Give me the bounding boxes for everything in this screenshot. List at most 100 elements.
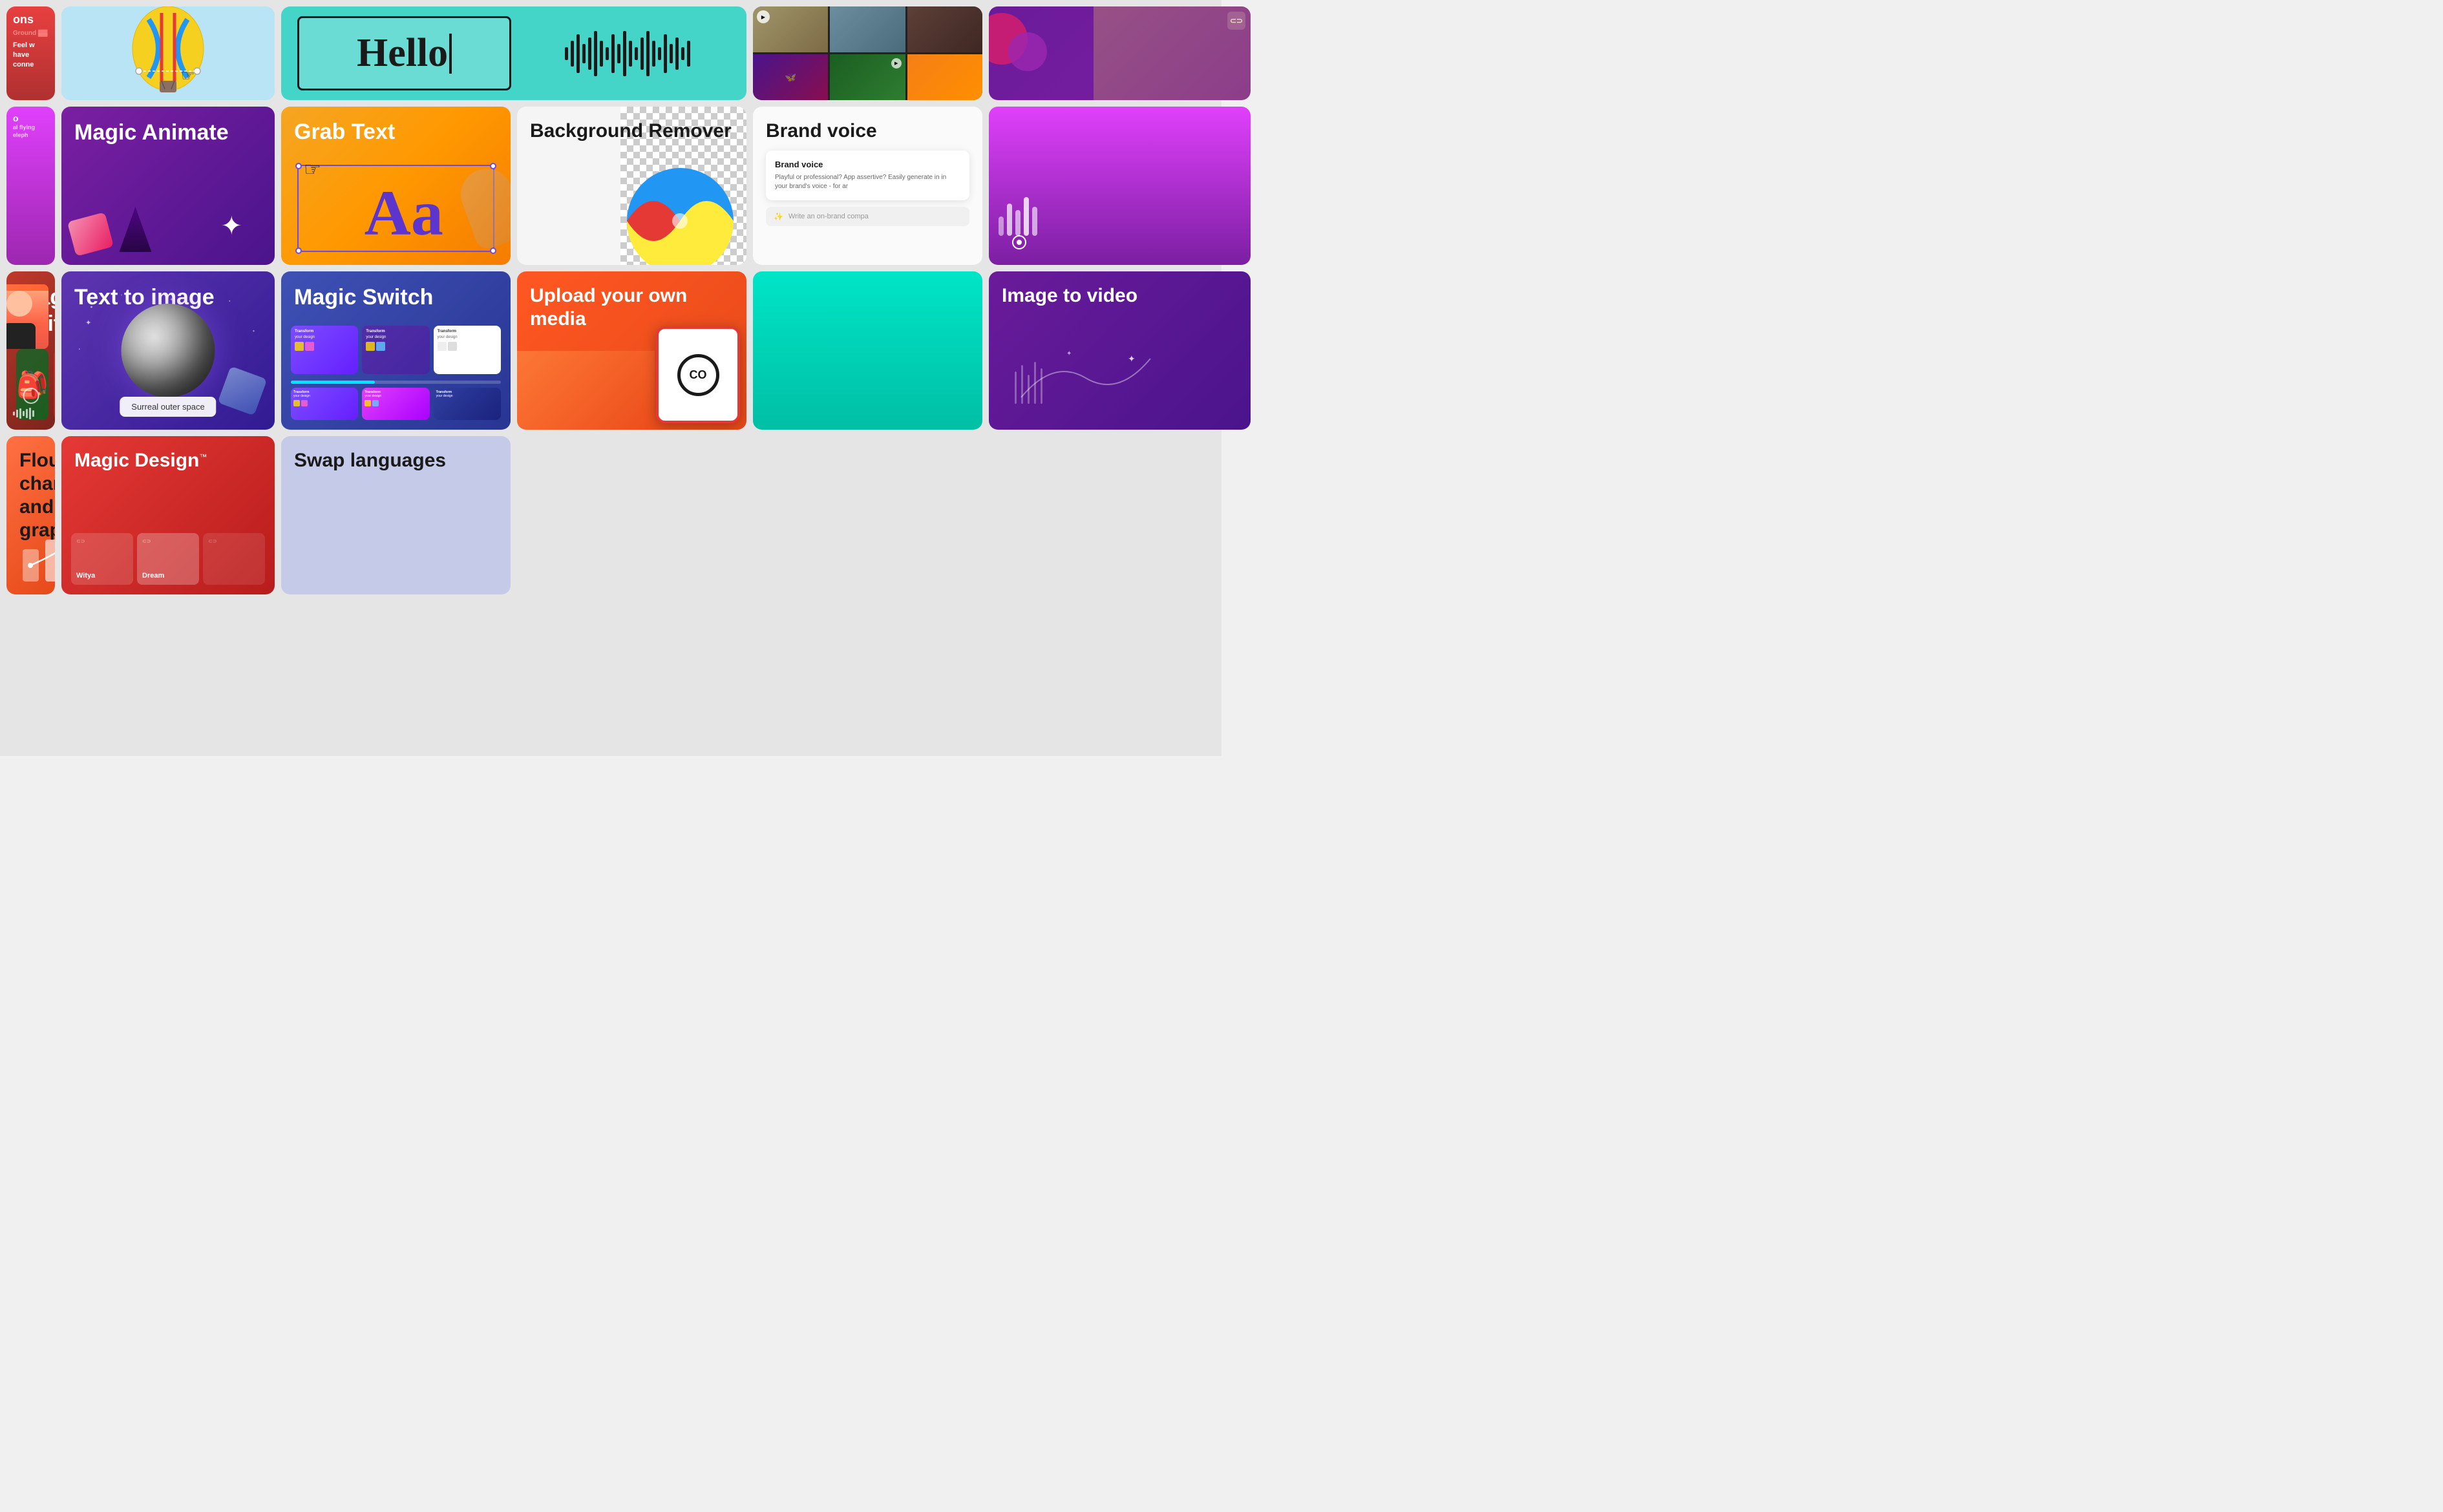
planet-sphere [122,304,215,397]
soundwave-display [523,27,737,79]
card-r1c1: ons Ground ▓▓ Feel whaveconne [6,6,55,100]
design-card-witya: ⊂⊃ Witya [71,533,133,585]
img-cell-2 [830,6,905,52]
progress-bar-fill [291,381,375,384]
card-bg-remover[interactable]: Background Remover [517,107,746,265]
card-r4c1 [753,271,982,430]
img-cell-1: ▶ [753,6,828,52]
card-image-grid: ▶ 🦋 ▶ [753,6,982,100]
flourish-title: Flourish charts and graphs [19,449,42,542]
r3c1-content [989,107,1251,265]
image-to-video-title: Image to video [1002,284,1238,308]
card-r2c1: o al flying eleph [6,107,55,265]
brand-voice-card-title: Brand voice [775,160,960,169]
img-cell-6 [907,54,982,100]
card-swap-languages[interactable]: Swap languages [281,436,511,594]
switch-mini-5: Transform your design [362,388,429,420]
upload-logo-text: CO [690,368,707,382]
switch-mini-3: Transform your design [434,326,501,374]
bar-chart-svg [16,530,55,582]
r1c1-feel: Feel whaveconne [13,41,48,70]
card-r3c1 [989,107,1251,265]
text-cursor [449,34,452,74]
wand-icon: ✨ [774,212,783,221]
red-backpack-icon: 🎒 [54,370,55,400]
switch-cards-grid: Transform your design Transform your des… [291,326,501,420]
upload-device: CO [656,326,740,423]
play-btn-2[interactable]: ▶ [891,58,902,68]
card-text-to-image[interactable]: Text to image ✦ ✦ ✦ Surreal outer spa [61,271,275,430]
switch-mini-4: Transform your design [291,388,358,420]
card-brand-voice[interactable]: Brand voice Brand voice Playful or profe… [753,107,982,265]
brand-voice-input-text: Write an on-brand compa [788,213,869,220]
backpack-red: 🎒 [54,349,55,420]
card-upload-media[interactable]: Upload your own media CO [517,271,746,430]
card-grab-text[interactable]: Grab Text Aa ☞ [281,107,511,265]
animation-path-svg: ✦ ✦ [1002,339,1189,417]
switch-mini-1: Transform your design [291,326,358,374]
card-magic-design[interactable]: Magic Design™ ⊂⊃ Witya ⊂⊃ Dream ⊂⊃ [61,436,275,594]
switch-mini-2: Transform your design [362,326,429,374]
brand-voice-description: Playful or professional? App assertive? … [775,173,960,191]
balloon-illustration: ☞ [61,6,275,100]
waveform-left [995,107,1044,258]
selection-dot-tl [295,163,302,169]
circle-tool [23,388,39,404]
brand-voice-inner-card: Brand voice Playful or professional? App… [766,151,969,200]
bg-remover-title: Background Remover [530,120,734,143]
person-silhouette [1094,6,1251,100]
brand-voice-input[interactable]: ✨ Write an on-brand compa [766,207,969,226]
design-preview-cards: ⊂⊃ Witya ⊂⊃ Dream ⊂⊃ [71,533,265,585]
svg-text:✦: ✦ [169,297,173,302]
r2c1-text: o al flying eleph [6,107,55,265]
aa-text: Aa [365,181,443,246]
img-cell-5: ▶ [830,54,905,100]
magic-design-title: Magic Design™ [74,449,262,472]
img-cell-4: 🦋 [753,54,828,100]
hello-text: Hello [357,30,448,76]
svg-text:✦: ✦ [1066,350,1072,357]
cursor-hand-icon: ☞ [181,67,195,85]
play-btn-1[interactable]: ▶ [757,10,770,23]
progress-bar-bg [291,381,501,384]
space-input-box[interactable]: Surreal outer space [120,397,216,417]
trademark-symbol: ™ [199,452,207,461]
selection-dot-br [490,247,496,254]
waveform-edit [13,407,52,423]
swap-languages-title: Swap languages [294,449,498,472]
card-balloon: ☞ [61,6,275,100]
shape-circle-purple [1008,32,1047,71]
upload-logo-circle: CO [677,354,719,396]
soundwave-svg [565,28,694,79]
img-cell-3 [907,6,982,52]
card-flourish[interactable]: Flourish charts and graphs [6,436,55,594]
switch-mini-6: Transform your design [434,388,501,420]
selection-dot-bl [295,247,302,254]
svg-text:✦: ✦ [85,319,91,327]
magic-animate-title: Magic Animate [74,120,262,146]
card-person: ⊂⊃ [989,6,1251,100]
grab-text-title: Grab Text [294,120,498,145]
sparkle-icon: ✦ [220,213,242,239]
r1c1-text: ons [13,13,48,27]
design-card-3: ⊂⊃ [203,533,265,585]
r1c1-ground: Ground ▓▓ [13,30,48,37]
card-magic-animate[interactable]: Magic Animate ✦ [61,107,275,265]
butterfly-icon: 🦋 [785,72,796,83]
card-image-to-video[interactable]: Image to video ✦ ✦ [989,271,1251,430]
magic-switch-title: Magic Switch [294,284,498,311]
card-magic-switch[interactable]: Magic Switch Transform your design Trans… [281,271,511,430]
hand-cursor-icon: ☞ [304,158,321,181]
brand-voice-title: Brand voice [766,120,969,143]
upload-overlay [517,351,655,430]
card-magic-edit[interactable]: Magic Edit 🎒 🎒 [6,271,55,430]
person-photo [6,284,48,349]
hello-text-box: Hello [297,16,511,90]
upload-title: Upload your own media [530,284,734,331]
image-grid: ▶ 🦋 ▶ [753,6,982,100]
animate-shapes [71,207,151,255]
design-card-dream: ⊂⊃ Dream [137,533,199,585]
svg-text:✦: ✦ [1128,353,1136,364]
card-hello: Hello [281,6,746,100]
chart-container [16,530,45,585]
